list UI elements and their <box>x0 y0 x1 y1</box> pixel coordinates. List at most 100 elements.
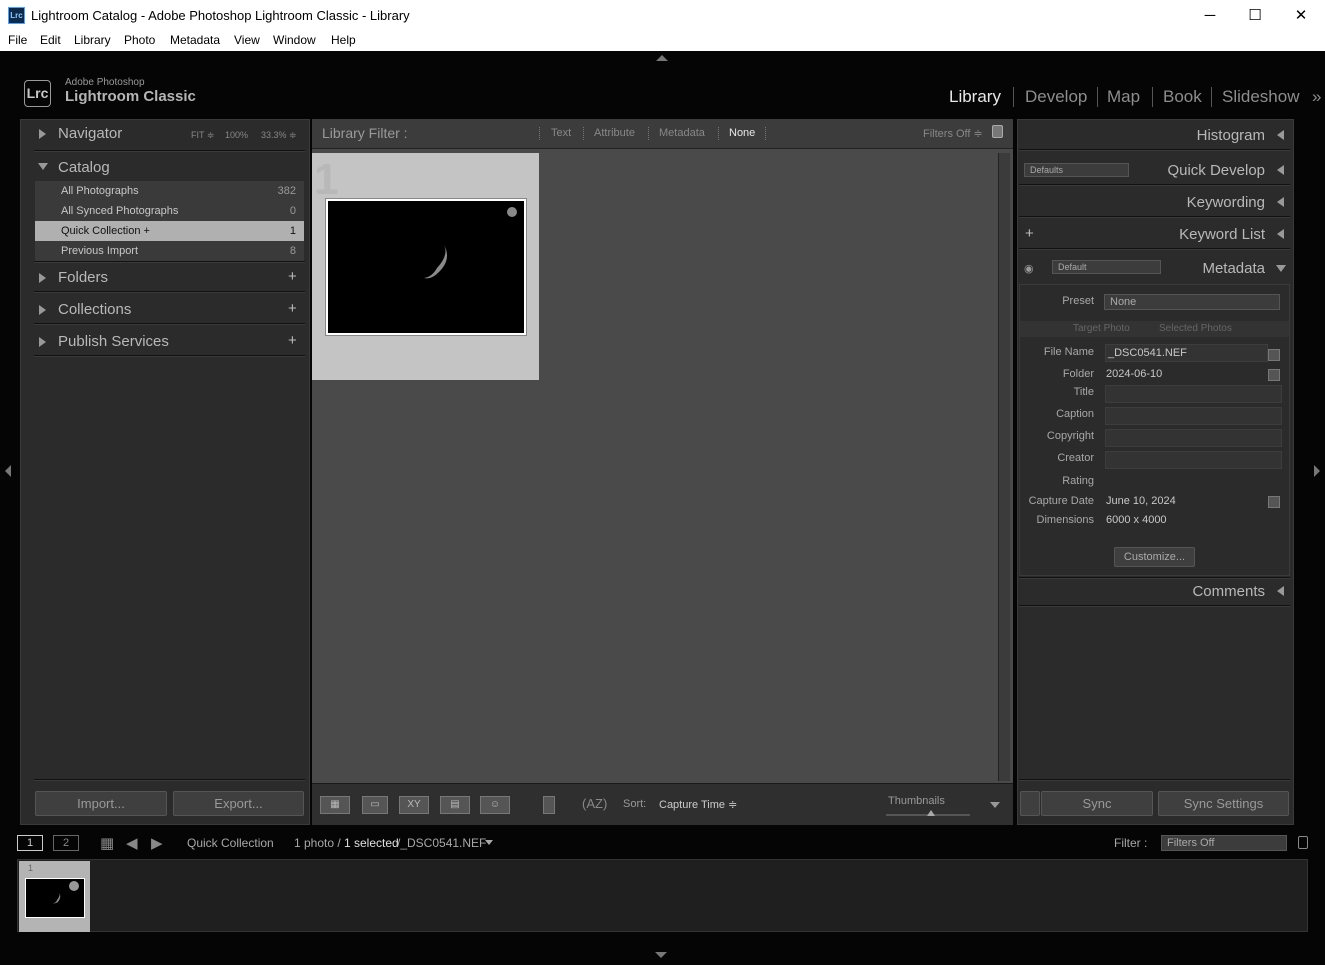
sync-button[interactable]: Sync <box>1041 791 1153 816</box>
file-name-field[interactable]: _DSC0541.NEF <box>1105 344 1268 362</box>
folders-header[interactable]: Folders <box>58 269 108 286</box>
menu-view[interactable]: View <box>234 33 260 47</box>
catalog-item-all-photographs[interactable]: All Photographs 382 <box>35 181 304 201</box>
comments-header[interactable]: Comments <box>1150 583 1265 600</box>
collections-header[interactable]: Collections <box>58 301 131 318</box>
customize-button[interactable]: Customize... <box>1114 547 1195 567</box>
sync-settings-button[interactable]: Sync Settings <box>1158 791 1289 816</box>
menu-edit[interactable]: Edit <box>40 33 61 47</box>
keyword-list-expand-icon[interactable] <box>1277 229 1284 239</box>
navigator-zoom-option[interactable]: 33.3% ≑ <box>261 130 297 141</box>
menu-file[interactable]: File <box>8 33 27 47</box>
add-keyword-icon[interactable]: + <box>1025 225 1034 242</box>
filters-off-dropdown[interactable]: Filters Off ≑ <box>923 127 983 140</box>
metadata-header[interactable]: Metadata <box>1150 260 1265 277</box>
navigator-header[interactable]: Navigator <box>58 125 122 142</box>
title-field[interactable] <box>1105 385 1282 403</box>
caption-field[interactable] <box>1105 407 1282 425</box>
filmstrip-thumbnail[interactable] <box>25 878 85 918</box>
eye-icon[interactable]: ◉ <box>1024 262 1034 275</box>
left-panel-toggle-icon[interactable] <box>5 465 11 477</box>
navigator-100-option[interactable]: 100% <box>225 130 248 140</box>
filmstrip-file[interactable]: /_DSC0541.NEF <box>397 836 486 850</box>
grid-scrollbar[interactable] <box>998 153 1010 781</box>
menu-photo[interactable]: Photo <box>124 33 155 47</box>
menu-window[interactable]: Window <box>273 33 316 47</box>
metadata-collapse-icon[interactable] <box>1276 265 1286 272</box>
module-slideshow[interactable]: Slideshow <box>1222 87 1300 107</box>
filter-metadata[interactable]: Metadata <box>659 127 705 139</box>
people-view-icon[interactable]: ☺ <box>480 796 510 814</box>
publish-expand-icon[interactable] <box>39 337 46 347</box>
filter-lock-icon[interactable] <box>992 125 1003 138</box>
sort-dropdown[interactable]: Capture Time ≑ <box>659 798 737 811</box>
bottom-panel-toggle-icon[interactable] <box>655 952 667 958</box>
close-button[interactable]: ✕ <box>1278 0 1324 31</box>
menu-library[interactable]: Library <box>74 33 111 47</box>
module-map[interactable]: Map <box>1107 87 1140 107</box>
collections-expand-icon[interactable] <box>39 305 46 315</box>
metadata-view-select[interactable]: Default <box>1052 260 1161 274</box>
creator-field[interactable] <box>1105 451 1282 469</box>
add-publish-service-icon[interactable]: + <box>288 332 297 349</box>
painter-icon[interactable] <box>543 796 555 814</box>
copyright-field[interactable] <box>1105 429 1282 447</box>
import-button[interactable]: Import... <box>35 791 167 816</box>
toolbar-menu-icon[interactable] <box>990 802 1000 808</box>
maximize-button[interactable]: ☐ <box>1232 0 1278 31</box>
menu-metadata[interactable]: Metadata <box>170 33 220 47</box>
grid-icon[interactable]: ▦ <box>100 834 114 852</box>
rename-icon[interactable] <box>1268 349 1280 361</box>
quick-develop-preset-select[interactable]: Defaults <box>1024 163 1129 177</box>
grid-view-icon[interactable]: ▦ <box>320 796 350 814</box>
add-folder-icon[interactable]: + <box>288 268 297 285</box>
modules-more-icon[interactable]: » <box>1312 87 1321 107</box>
catalog-item-previous-import[interactable]: Previous Import 8 <box>35 241 304 261</box>
right-panel-toggle-icon[interactable] <box>1314 465 1320 477</box>
catalog-header[interactable]: Catalog <box>58 159 110 176</box>
publish-services-header[interactable]: Publish Services <box>58 333 169 350</box>
menu-help[interactable]: Help <box>331 33 356 47</box>
filter-text[interactable]: Text <box>551 127 571 139</box>
navigator-fit-option[interactable]: FIT ≑ <box>191 130 214 141</box>
loupe-view-icon[interactable]: ▭ <box>362 796 388 814</box>
filmstrip-source[interactable]: Quick Collection <box>187 836 274 850</box>
catalog-collapse-icon[interactable] <box>38 163 48 170</box>
compare-view-icon[interactable]: XY <box>399 796 429 814</box>
go-to-folder-icon[interactable] <box>1268 369 1280 381</box>
filmstrip-lock-icon[interactable] <box>1298 836 1308 849</box>
module-develop[interactable]: Develop <box>1025 87 1087 107</box>
rating-stars[interactable] <box>1106 475 1186 489</box>
auto-sync-toggle[interactable] <box>1020 791 1040 816</box>
slider-handle[interactable] <box>927 810 935 816</box>
sort-direction-icon[interactable]: (AZ) <box>582 796 607 811</box>
navigator-expand-icon[interactable] <box>39 129 46 139</box>
folders-expand-icon[interactable] <box>39 273 46 283</box>
histogram-header[interactable]: Histogram <box>1150 127 1265 144</box>
filmstrip-filter-select[interactable]: Filters Off <box>1161 835 1287 851</box>
module-library[interactable]: Library <box>949 87 1001 107</box>
quick-develop-expand-icon[interactable] <box>1277 165 1284 175</box>
quick-develop-header[interactable]: Quick Develop <box>1150 162 1265 179</box>
minimize-button[interactable]: ─ <box>1187 0 1233 31</box>
filter-none[interactable]: None <box>729 127 755 139</box>
metadata-preset-select[interactable]: None <box>1104 294 1280 310</box>
export-button[interactable]: Export... <box>173 791 304 816</box>
back-arrow-icon[interactable]: ◀ <box>126 834 138 852</box>
histogram-expand-icon[interactable] <box>1277 130 1284 140</box>
forward-arrow-icon[interactable]: ▶ <box>151 834 163 852</box>
filter-attribute[interactable]: Attribute <box>594 127 635 139</box>
selected-photos-tab[interactable]: Selected Photos <box>1159 323 1232 334</box>
module-book[interactable]: Book <box>1163 87 1202 107</box>
keywording-header[interactable]: Keywording <box>1150 194 1265 211</box>
keywording-expand-icon[interactable] <box>1277 197 1284 207</box>
secondary-window-view-button[interactable]: 2 <box>53 835 79 851</box>
filmstrip-cell[interactable]: 1 <box>19 861 90 932</box>
filmstrip-file-dropdown-icon[interactable] <box>485 840 493 845</box>
catalog-item-quick-collection[interactable]: Quick Collection + 1 <box>35 221 304 241</box>
keyword-list-header[interactable]: Keyword List <box>1150 226 1265 243</box>
main-window-view-button[interactable]: 1 <box>17 835 43 851</box>
top-panel-toggle-icon[interactable] <box>656 55 668 61</box>
capture-date-go-icon[interactable] <box>1268 496 1280 508</box>
add-collection-icon[interactable]: + <box>288 300 297 317</box>
